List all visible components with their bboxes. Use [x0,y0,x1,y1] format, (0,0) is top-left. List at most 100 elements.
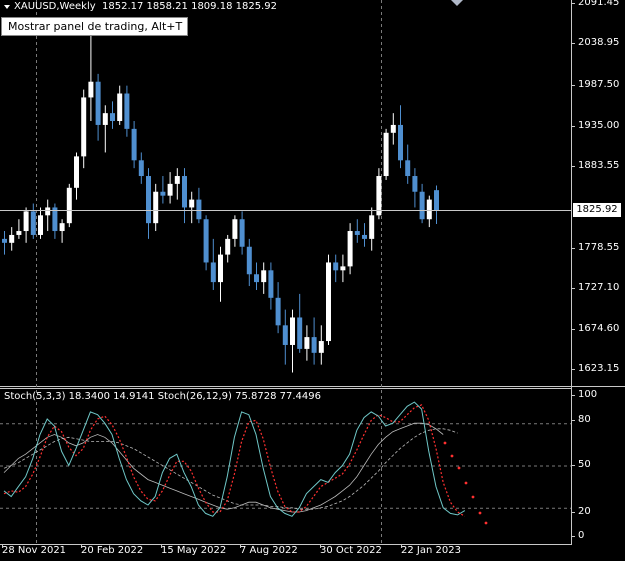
candle-body [153,191,159,224]
scroll-triangle-icon[interactable] [451,0,463,6]
candle [160,176,166,204]
candle-body [290,317,295,345]
price-axis-label: 1987.50 [578,79,620,90]
candle [38,207,43,239]
candle [275,282,281,334]
candle [333,254,339,283]
candle-body [434,190,439,211]
candle [218,246,223,302]
stoch-projection-dot [478,511,482,515]
candle-body [218,254,223,283]
candle [405,144,411,184]
candle-body [95,81,101,125]
candle [9,227,15,251]
candle-body [138,160,144,177]
candle-body [182,176,187,208]
stoch-fast-main-line [3,401,466,517]
candle [290,309,295,373]
symbol-label: XAUUSD,Weekly [14,1,96,12]
candle [246,238,252,287]
candle [282,309,288,365]
candle-body [426,199,432,220]
stoch-axis-label: 0 [578,530,585,541]
candle-body [246,246,252,275]
stoch-projection-dot [484,521,488,525]
candle-body [189,199,195,208]
ohlc-values: 1852.17 1858.21 1809.18 1825.92 [102,1,277,12]
candle [347,223,353,275]
candle [239,211,245,255]
candle-body [59,223,65,232]
price-axis-label: 1778.55 [578,242,620,253]
candle-body [30,211,36,235]
candle-body [297,317,303,349]
candle [16,219,22,239]
candle [383,128,389,180]
candle [254,262,259,290]
candle-body [340,266,346,271]
candle-body [239,219,245,247]
candle [30,203,36,239]
candle-body [110,113,115,122]
candle [412,168,418,208]
candle [138,152,144,184]
stoch-projection-dot [450,454,454,458]
candle-body [261,270,267,283]
candle [210,238,216,290]
candle-body [225,238,231,255]
candle-body [131,128,137,161]
candle-body [74,156,79,188]
candle-body [117,93,123,122]
candle-body [376,176,382,216]
candle-body [167,183,173,196]
price-axis-label: 1727.10 [578,282,620,293]
candle-body [354,231,360,235]
candle-body [318,341,324,353]
candle [189,191,195,224]
candle [261,262,267,294]
candle [203,215,209,271]
stoch-slow-main-line [3,422,444,513]
stoch-axis-label: 20 [578,506,591,517]
candle [131,121,137,169]
candle [225,234,231,263]
candle [95,73,101,141]
candlestick-series [2,18,439,373]
candle [362,223,367,247]
candle-body [333,262,339,271]
candle-body [275,297,281,326]
stoch-projection-dot [443,441,447,445]
candle-body [203,219,209,263]
time-axis-label: 28 Nov 2021 [2,545,67,556]
candle [268,262,274,310]
current-price-tag: 1825.92 [573,203,621,217]
candle-body [268,270,274,298]
candle-body [405,160,411,177]
stoch-projection-dot [464,481,468,485]
price-chart[interactable] [0,0,625,561]
candle [52,203,58,239]
stoch-fast-signal-line [3,404,466,517]
candle [326,254,331,345]
candle-body [66,187,72,224]
time-axis-label: 30 Oct 2022 [320,545,382,556]
candle [2,231,7,255]
candle-body [45,207,51,216]
candle-body [16,231,22,235]
candle [59,219,65,243]
time-axis-label: 20 Feb 2022 [81,545,144,556]
candle-body [254,274,259,283]
price-axis-label: 1674.60 [578,323,620,334]
candle-body [311,337,317,353]
candle [81,89,87,169]
candle [297,293,303,353]
chart-header: XAUUSD,Weekly 1852.17 1858.21 1809.18 18… [4,1,277,12]
stoch-axis-label: 80 [578,414,591,425]
stoch-axis-label: 100 [578,389,598,400]
candle-body [232,219,238,239]
candle [311,317,317,365]
candle [102,105,108,153]
candle [146,168,151,239]
candle [390,113,396,145]
candle-body [23,211,29,232]
